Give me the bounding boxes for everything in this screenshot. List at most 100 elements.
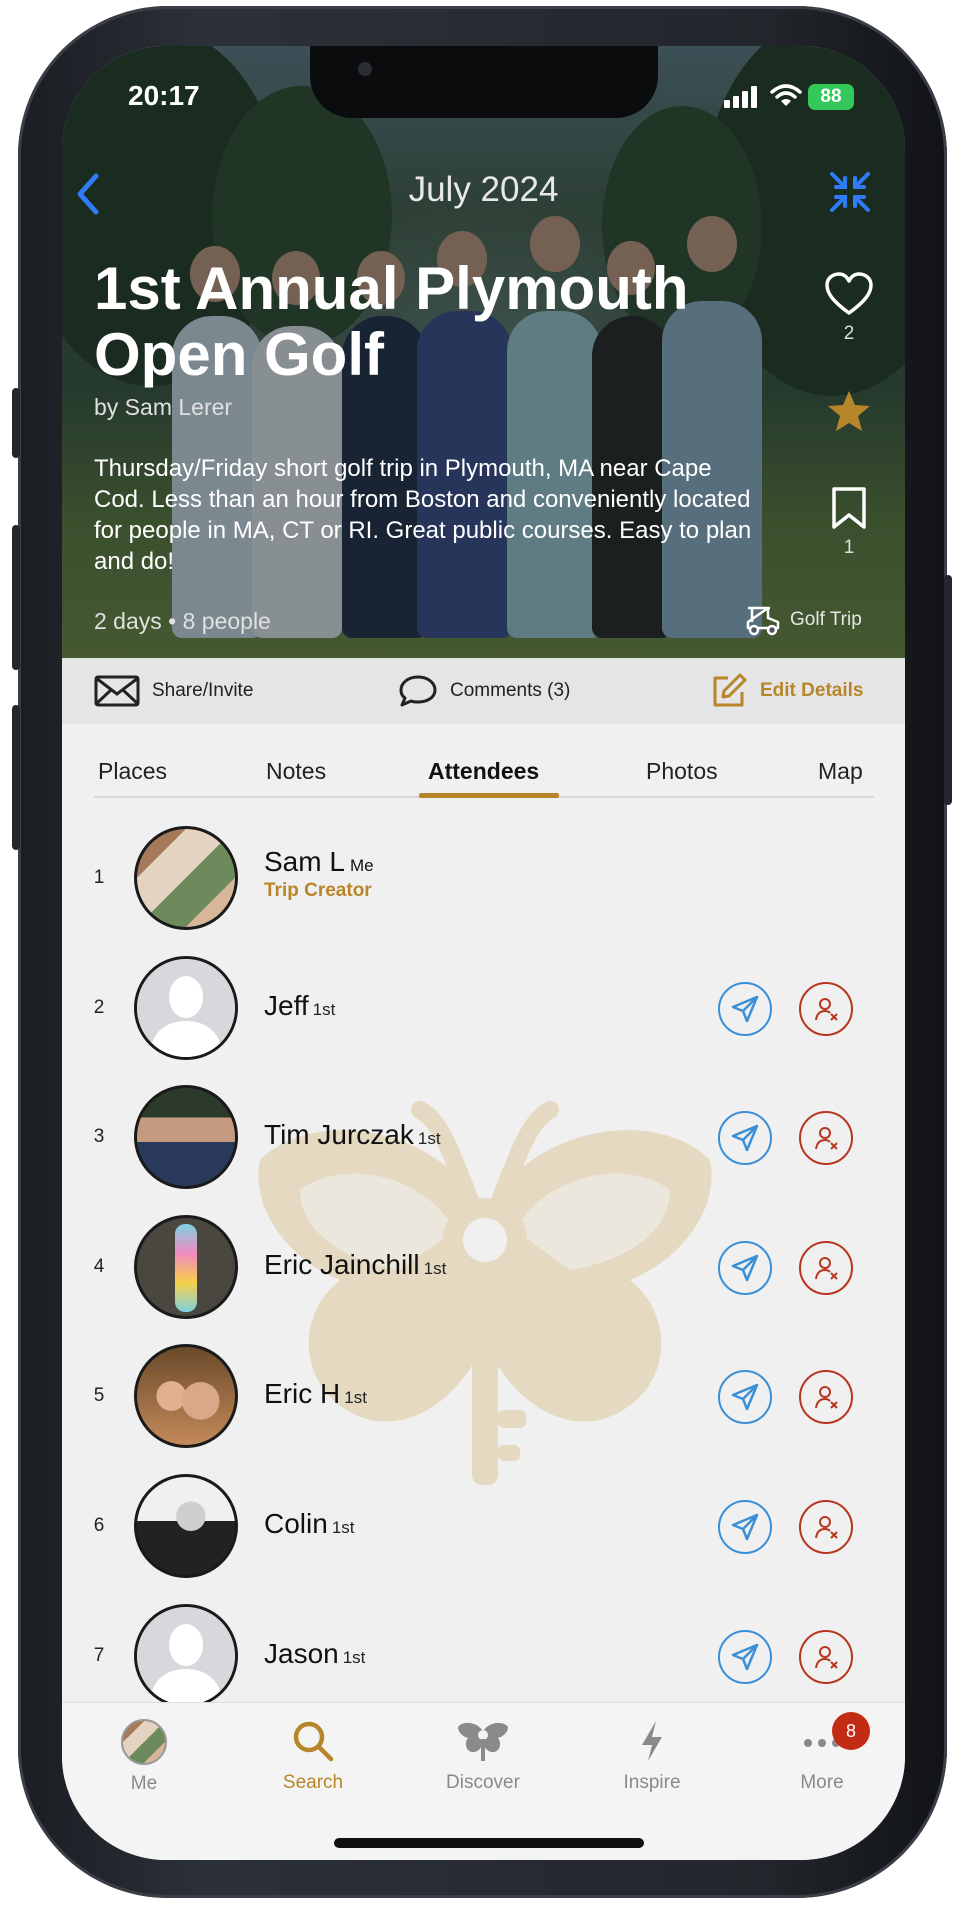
attendee-name: Tim Jurczak <box>264 1119 414 1150</box>
side-button-volume-down <box>12 705 20 850</box>
attendee-row[interactable]: 2 Jeff 1st <box>62 950 905 1068</box>
paper-plane-icon <box>731 1254 759 1282</box>
bottom-tab-bar: Me Search Discover Inspire More 8 <box>62 1702 905 1860</box>
attendee-row[interactable]: 6 Colin 1st <box>62 1468 905 1586</box>
trip-creator-label: Trip Creator <box>264 880 372 901</box>
remove-user-icon <box>815 1127 838 1150</box>
envelope-icon <box>94 675 140 707</box>
paper-plane-icon <box>731 1383 759 1411</box>
remove-attendee-button[interactable] <box>799 1111 853 1165</box>
remove-user-icon <box>815 1386 838 1409</box>
remove-user-icon <box>815 1646 838 1669</box>
remove-attendee-button[interactable] <box>799 1370 853 1424</box>
avatar[interactable] <box>134 1215 238 1319</box>
attendee-rank: 5 <box>93 1385 105 1406</box>
avatar[interactable] <box>134 1604 238 1708</box>
action-bar: Share/Invite Comments (3) Edit Details <box>62 658 905 724</box>
signal-icon <box>724 86 760 113</box>
butterfly-key-icon <box>458 1722 508 1761</box>
trip-author[interactable]: by Sam Lerer <box>94 394 232 421</box>
speech-bubble-icon <box>399 675 437 707</box>
tab-map[interactable]: Map <box>818 758 863 785</box>
remove-attendee-button[interactable] <box>799 1630 853 1684</box>
collapse-arrows-icon <box>830 172 870 212</box>
share-invite-label: Share/Invite <box>152 680 254 701</box>
attendee-row[interactable]: 5 Eric H 1st <box>62 1338 905 1456</box>
lightning-icon <box>642 1721 662 1761</box>
attendee-row[interactable]: 1 Sam L Me Trip Creator <box>62 820 905 938</box>
remove-user-icon <box>815 1257 838 1280</box>
avatar[interactable] <box>134 1474 238 1578</box>
tabbar-me-label: Me <box>130 1773 158 1794</box>
attendee-tag: 1st <box>344 1388 367 1407</box>
avatar[interactable] <box>134 1085 238 1189</box>
message-button[interactable] <box>718 1241 772 1295</box>
message-button[interactable] <box>718 1500 772 1554</box>
attendee-name: Eric H <box>264 1378 341 1409</box>
tabbar-more[interactable]: More 8 <box>762 1712 882 1794</box>
tab-notes[interactable]: Notes <box>266 758 326 785</box>
tabbar-more-label: More <box>800 1772 844 1793</box>
search-icon <box>293 1721 334 1762</box>
tabbar-me[interactable]: Me <box>84 1713 204 1795</box>
remove-user-icon <box>815 998 838 1021</box>
attendee-tag: 1st <box>331 1518 355 1537</box>
phone-screen: 20:17 88 July 2024 1st Annual Plymouth O… <box>62 46 905 1860</box>
comments-button[interactable]: Comments (3) <box>398 658 570 724</box>
avatar[interactable] <box>134 956 238 1060</box>
attendee-rank: 3 <box>93 1126 105 1147</box>
tab-photos[interactable]: Photos <box>646 758 718 785</box>
paper-plane-icon <box>731 1124 759 1152</box>
attendee-name: Eric Jainchill <box>264 1249 420 1280</box>
attendee-rank: 4 <box>93 1256 105 1277</box>
active-tab-indicator <box>419 793 559 798</box>
remove-attendee-button[interactable] <box>799 982 853 1036</box>
attendee-row[interactable]: 3 Tim Jurczak 1st <box>62 1079 905 1197</box>
edit-details-button[interactable]: Edit Details <box>710 658 863 724</box>
attendee-name: Jeff <box>264 990 309 1021</box>
comments-label: Comments (3) <box>450 680 571 701</box>
paper-plane-icon <box>731 995 759 1023</box>
tab-places[interactable]: Places <box>98 758 167 785</box>
message-button[interactable] <box>718 982 772 1036</box>
attendee-row[interactable]: 7 Jason 1st <box>62 1598 905 1716</box>
attendee-tag: 1st <box>312 1000 336 1019</box>
message-button[interactable] <box>718 1630 772 1684</box>
attendee-name: Sam L <box>264 846 345 877</box>
attendee-row[interactable]: 4 Eric Jainchill 1st <box>62 1209 905 1327</box>
notch <box>310 46 658 118</box>
attendee-tag: 1st <box>342 1648 366 1667</box>
share-invite-button[interactable]: Share/Invite <box>94 658 253 724</box>
wifi-icon <box>770 84 802 113</box>
favorite-button[interactable] <box>826 389 872 438</box>
avatar[interactable] <box>134 826 238 930</box>
avatar[interactable] <box>134 1344 238 1448</box>
collapse-button[interactable] <box>828 170 872 219</box>
tab-attendees[interactable]: Attendees <box>428 758 539 785</box>
remove-attendee-button[interactable] <box>799 1500 853 1554</box>
profile-avatar-icon <box>121 1719 167 1765</box>
save-count: 1 <box>843 537 855 558</box>
tabbar-discover[interactable]: Discover <box>423 1713 543 1794</box>
tabbar-search[interactable]: Search <box>253 1713 373 1794</box>
trip-title: 1st Annual Plymouth Open Golf <box>94 255 689 388</box>
attendee-tag: 1st <box>417 1129 441 1148</box>
attendee-rank: 7 <box>93 1645 105 1666</box>
battery-icon: 88 <box>808 84 854 110</box>
tabbar-discover-label: Discover <box>446 1772 520 1793</box>
attendee-rank: 2 <box>93 997 105 1018</box>
side-button-volume-up <box>12 525 20 670</box>
message-button[interactable] <box>718 1370 772 1424</box>
paper-plane-icon <box>731 1513 759 1541</box>
attendee-tag: 1st <box>423 1259 447 1278</box>
tabbar-search-label: Search <box>282 1772 344 1793</box>
attendee-name: Jason <box>264 1638 339 1669</box>
paper-plane-icon <box>731 1643 759 1671</box>
default-user-icon <box>137 1607 235 1705</box>
remove-attendee-button[interactable] <box>799 1241 853 1295</box>
save-button[interactable]: 1 <box>826 486 872 559</box>
tabbar-inspire[interactable]: Inspire <box>592 1713 712 1794</box>
message-button[interactable] <box>718 1111 772 1165</box>
like-button[interactable]: 2 <box>820 272 878 345</box>
golf-cart-icon <box>746 606 780 636</box>
